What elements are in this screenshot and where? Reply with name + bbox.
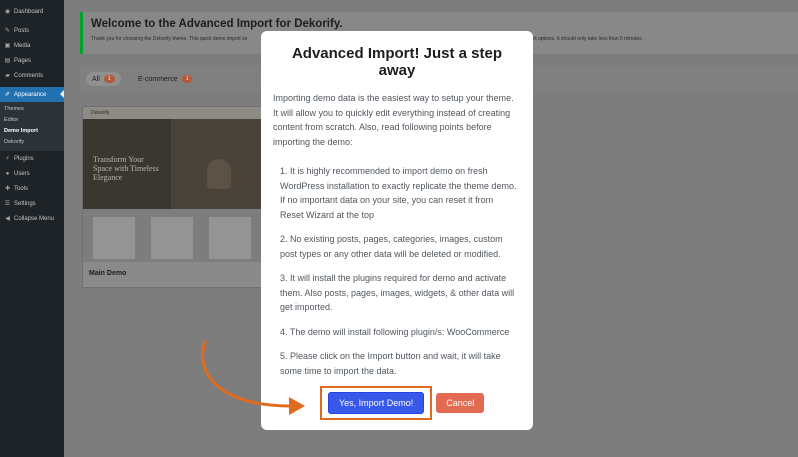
sidebar-item-label: Posts bbox=[14, 27, 30, 34]
appearance-submenu: Themes Editor Demo Import Dekorify bbox=[0, 102, 64, 151]
submenu-item-demo-import[interactable]: Demo Import bbox=[0, 126, 64, 137]
modal-title: Advanced Import! Just a step away bbox=[291, 45, 503, 79]
preview-chair bbox=[207, 159, 231, 189]
confirm-highlight-box: Yes, Import Demo! bbox=[320, 386, 433, 420]
page-icon: ▤ bbox=[4, 58, 11, 64]
list-item: 2. No existing posts, pages, categories,… bbox=[280, 234, 503, 259]
admin-sidebar: ◉ Dashboard ✎ Posts ▣ Media ▤ Pages ▰ Co… bbox=[0, 0, 64, 457]
filter-label: All bbox=[92, 75, 100, 83]
sidebar-item-label: Media bbox=[14, 42, 31, 49]
modal-actions: Yes, Import Demo! Cancel bbox=[320, 386, 485, 420]
sidebar-item-media[interactable]: ▣ Media bbox=[0, 38, 64, 53]
sidebar-item-tools[interactable]: ✚ Tools bbox=[0, 181, 64, 196]
annotation-arrow-icon bbox=[201, 340, 305, 415]
sidebar-item-plugins[interactable]: ⚡ Plugins bbox=[0, 151, 64, 166]
pin-icon: ✎ bbox=[4, 28, 11, 34]
submenu-item-editor[interactable]: Editor bbox=[0, 115, 64, 126]
sidebar-item-label: Users bbox=[14, 170, 30, 177]
sidebar-item-label: Comments bbox=[14, 72, 44, 79]
list-item: 5. Please click on the Import button and… bbox=[280, 351, 501, 376]
sidebar-item-users[interactable]: ● Users bbox=[0, 166, 64, 181]
list-item: 3. It will install the plugins required … bbox=[280, 273, 515, 312]
filter-label: E-commerce bbox=[138, 75, 178, 83]
media-icon: ▣ bbox=[4, 43, 11, 49]
preview-brand: Dekorify bbox=[91, 110, 110, 116]
sidebar-item-appearance[interactable]: ✐ Appearance bbox=[0, 87, 64, 102]
sidebar-item-label: Dashboard bbox=[14, 8, 44, 15]
sidebar-item-settings[interactable]: ☰ Settings bbox=[0, 196, 64, 211]
dashboard-icon: ◉ bbox=[4, 9, 11, 15]
sidebar-item-label: Pages bbox=[14, 57, 32, 64]
preview-hero: Transform Your Space with Timeless Elega… bbox=[83, 119, 261, 209]
sidebar-item-label: Plugins bbox=[14, 155, 34, 162]
filter-count-badge: 1 bbox=[103, 75, 115, 83]
sidebar-item-collapse[interactable]: ◀ Collapse Menu bbox=[0, 211, 64, 226]
demo-card-main[interactable]: Dekorify Transform Your Space with Timel… bbox=[82, 106, 262, 288]
sidebar-item-dashboard[interactable]: ◉ Dashboard bbox=[0, 4, 64, 19]
cancel-button[interactable]: Cancel bbox=[436, 393, 485, 413]
sidebar-item-label: Settings bbox=[14, 200, 36, 207]
sidebar-item-label: Tools bbox=[14, 185, 29, 192]
sidebar-item-label: Appearance bbox=[14, 91, 47, 98]
sidebar-item-label: Collapse Menu bbox=[14, 215, 55, 222]
welcome-title: Welcome to the Advanced Import for Dekor… bbox=[91, 18, 343, 30]
settings-icon: ☰ bbox=[4, 201, 11, 207]
preview-product-tile bbox=[151, 217, 193, 259]
preview-product-tile bbox=[93, 217, 135, 259]
import-demo-button[interactable]: Yes, Import Demo! bbox=[328, 392, 425, 414]
preview-product-tile bbox=[209, 217, 251, 259]
filter-ecommerce[interactable]: E-commerce 1 bbox=[132, 72, 198, 86]
plug-icon: ⚡ bbox=[5, 156, 10, 162]
sidebar-item-pages[interactable]: ▤ Pages bbox=[0, 53, 64, 68]
demo-preview-image: Dekorify Transform Your Space with Timel… bbox=[83, 107, 261, 262]
submenu-item-dekorify[interactable]: Dekorify bbox=[0, 137, 64, 148]
preview-nav: Dekorify bbox=[83, 107, 261, 119]
preview-headline: Transform Your Space with Timeless Elega… bbox=[93, 155, 159, 182]
list-item: 4. The demo will install following plugi… bbox=[280, 326, 510, 337]
submenu-item-themes[interactable]: Themes bbox=[0, 104, 64, 115]
filter-count-badge: 1 bbox=[181, 75, 193, 83]
sidebar-item-posts[interactable]: ✎ Posts bbox=[0, 23, 64, 38]
filter-all[interactable]: All 1 bbox=[86, 72, 121, 86]
comment-icon: ▰ bbox=[5, 73, 10, 79]
user-icon: ● bbox=[5, 170, 10, 177]
list-item: 1. It is highly recommended to import de… bbox=[280, 166, 517, 220]
brush-icon: ✐ bbox=[4, 92, 11, 98]
collapse-icon: ◀ bbox=[5, 216, 10, 222]
wrench-icon: ✚ bbox=[4, 186, 11, 192]
preview-lower bbox=[83, 209, 261, 262]
welcome-text-left: Thank you for choosing the Dekorify them… bbox=[91, 36, 248, 42]
modal-intro: Importing demo data is the easiest way t… bbox=[273, 93, 514, 147]
demo-title: Main Demo bbox=[89, 270, 127, 277]
sidebar-item-comments[interactable]: ▰ Comments bbox=[0, 68, 64, 83]
